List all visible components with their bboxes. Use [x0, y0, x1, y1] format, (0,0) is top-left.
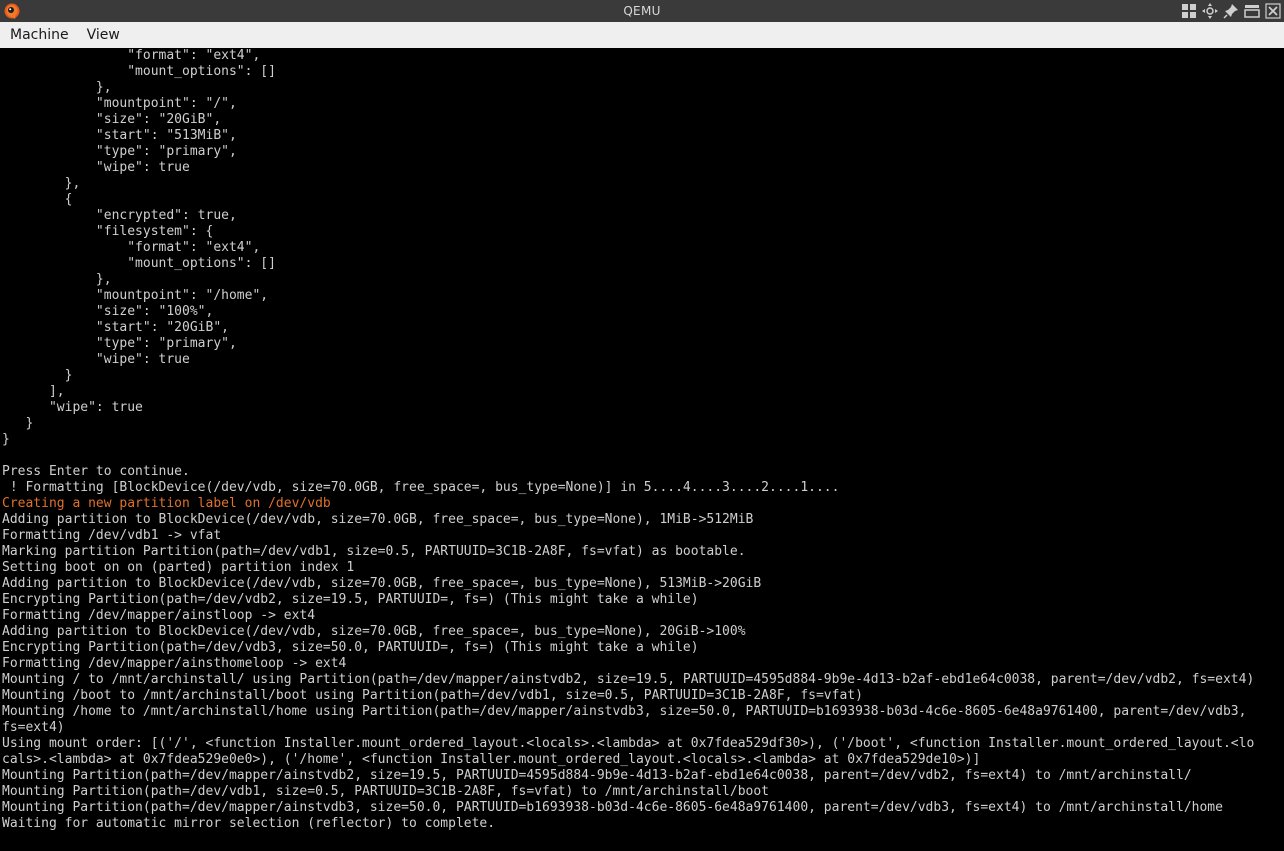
console-line: Press Enter to continue. — [2, 464, 190, 479]
console-line: { — [2, 192, 73, 207]
console-line: Mounting Partition(path=/dev/mapper/ains… — [2, 768, 1192, 783]
console-line: } — [2, 416, 34, 431]
console-line: ], — [2, 384, 65, 399]
console-line: Waiting for automatic mirror selection (… — [2, 816, 496, 831]
tile-windows-icon[interactable] — [1180, 2, 1198, 20]
console-line: Setting boot on on (parted) partition in… — [2, 560, 355, 575]
console-line: Formatting /dev/mapper/ainsthomeloop -> … — [2, 656, 347, 671]
console-output: "format": "ext4", "mount_options": [] },… — [0, 48, 1284, 832]
console-line: Adding partition to BlockDevice(/dev/vdb… — [2, 512, 754, 527]
console-line: ! Formatting [BlockDevice(/dev/vdb, size… — [2, 480, 840, 495]
console-line: Mounting Partition(path=/dev/mapper/ains… — [2, 800, 1223, 815]
console-line: "start": "513MiB", — [2, 128, 237, 143]
console-line: }, — [2, 272, 112, 287]
console-line: Mounting /home to /mnt/archinstall/home … — [2, 704, 1247, 719]
console-line: "mountpoint": "/home", — [2, 288, 269, 303]
console-line: "size": "100%", — [2, 304, 214, 319]
console-line: Formatting /dev/mapper/ainstloop -> ext4 — [2, 608, 316, 623]
console-line: "type": "primary", — [2, 144, 237, 159]
console-line: Mounting / to /mnt/archinstall/ using Pa… — [2, 672, 1255, 687]
console-line: Formatting /dev/vdb1 -> vfat — [2, 528, 222, 543]
console-line: }, — [2, 176, 81, 191]
console-line: "format": "ext4", — [2, 240, 261, 255]
console-line: "start": "20GiB", — [2, 320, 229, 335]
console-line: Encrypting Partition(path=/dev/vdb2, siz… — [2, 592, 699, 607]
console-line: "mount_options": [] — [2, 64, 276, 79]
close-window-icon[interactable] — [1264, 2, 1282, 20]
console-warning-line: Creating a new partition label on /dev/v… — [2, 496, 331, 511]
console-line: } — [2, 368, 73, 383]
console-line: Using mount order: [('/', <function Inst… — [2, 736, 1255, 751]
console-line: Encrypting Partition(path=/dev/vdb3, siz… — [2, 640, 699, 655]
console-line: Adding partition to BlockDevice(/dev/vdb… — [2, 624, 746, 639]
guest-console[interactable]: "format": "ext4", "mount_options": [] },… — [0, 48, 1284, 851]
move-window-icon[interactable] — [1201, 2, 1219, 20]
console-line: Mounting /boot to /mnt/archinstall/boot … — [2, 688, 863, 703]
qemu-logo-icon[interactable] — [3, 2, 21, 20]
window-title: QEMU — [623, 4, 661, 18]
console-line: "wipe": true — [2, 160, 190, 175]
console-line: "size": "20GiB", — [2, 112, 222, 127]
console-line: "wipe": true — [2, 400, 143, 415]
window-controls — [1180, 1, 1282, 21]
console-line: "type": "primary", — [2, 336, 237, 351]
title-bar[interactable]: QEMU — [0, 0, 1284, 22]
console-line: "mount_options": [] — [2, 256, 276, 271]
console-line: Mounting Partition(path=/dev/vdb1, size=… — [2, 784, 770, 799]
console-line: } — [2, 432, 10, 447]
menu-view[interactable]: View — [77, 22, 128, 49]
console-line: "filesystem": { — [2, 224, 214, 239]
console-line: fs=ext4) — [2, 720, 65, 735]
menu-machine[interactable]: Machine — [0, 22, 77, 49]
menu-bar: Machine View — [0, 22, 1284, 50]
console-line: "wipe": true — [2, 352, 190, 367]
console-line: Adding partition to BlockDevice(/dev/vdb… — [2, 576, 762, 591]
console-line: "format": "ext4", — [2, 48, 261, 63]
console-line: cals>.<lambda> at 0x7fdea529e0e0>), ('/h… — [2, 752, 981, 767]
console-line: }, — [2, 80, 112, 95]
console-line: "mountpoint": "/", — [2, 96, 237, 111]
console-line: Marking partition Partition(path=/dev/vd… — [2, 544, 746, 559]
console-line: "encrypted": true, — [2, 208, 237, 223]
qemu-window: QEMU Machine View "format": "ext4", "mou… — [0, 0, 1284, 851]
pin-icon[interactable] — [1222, 2, 1240, 20]
minimize-window-icon[interactable] — [1243, 2, 1261, 20]
